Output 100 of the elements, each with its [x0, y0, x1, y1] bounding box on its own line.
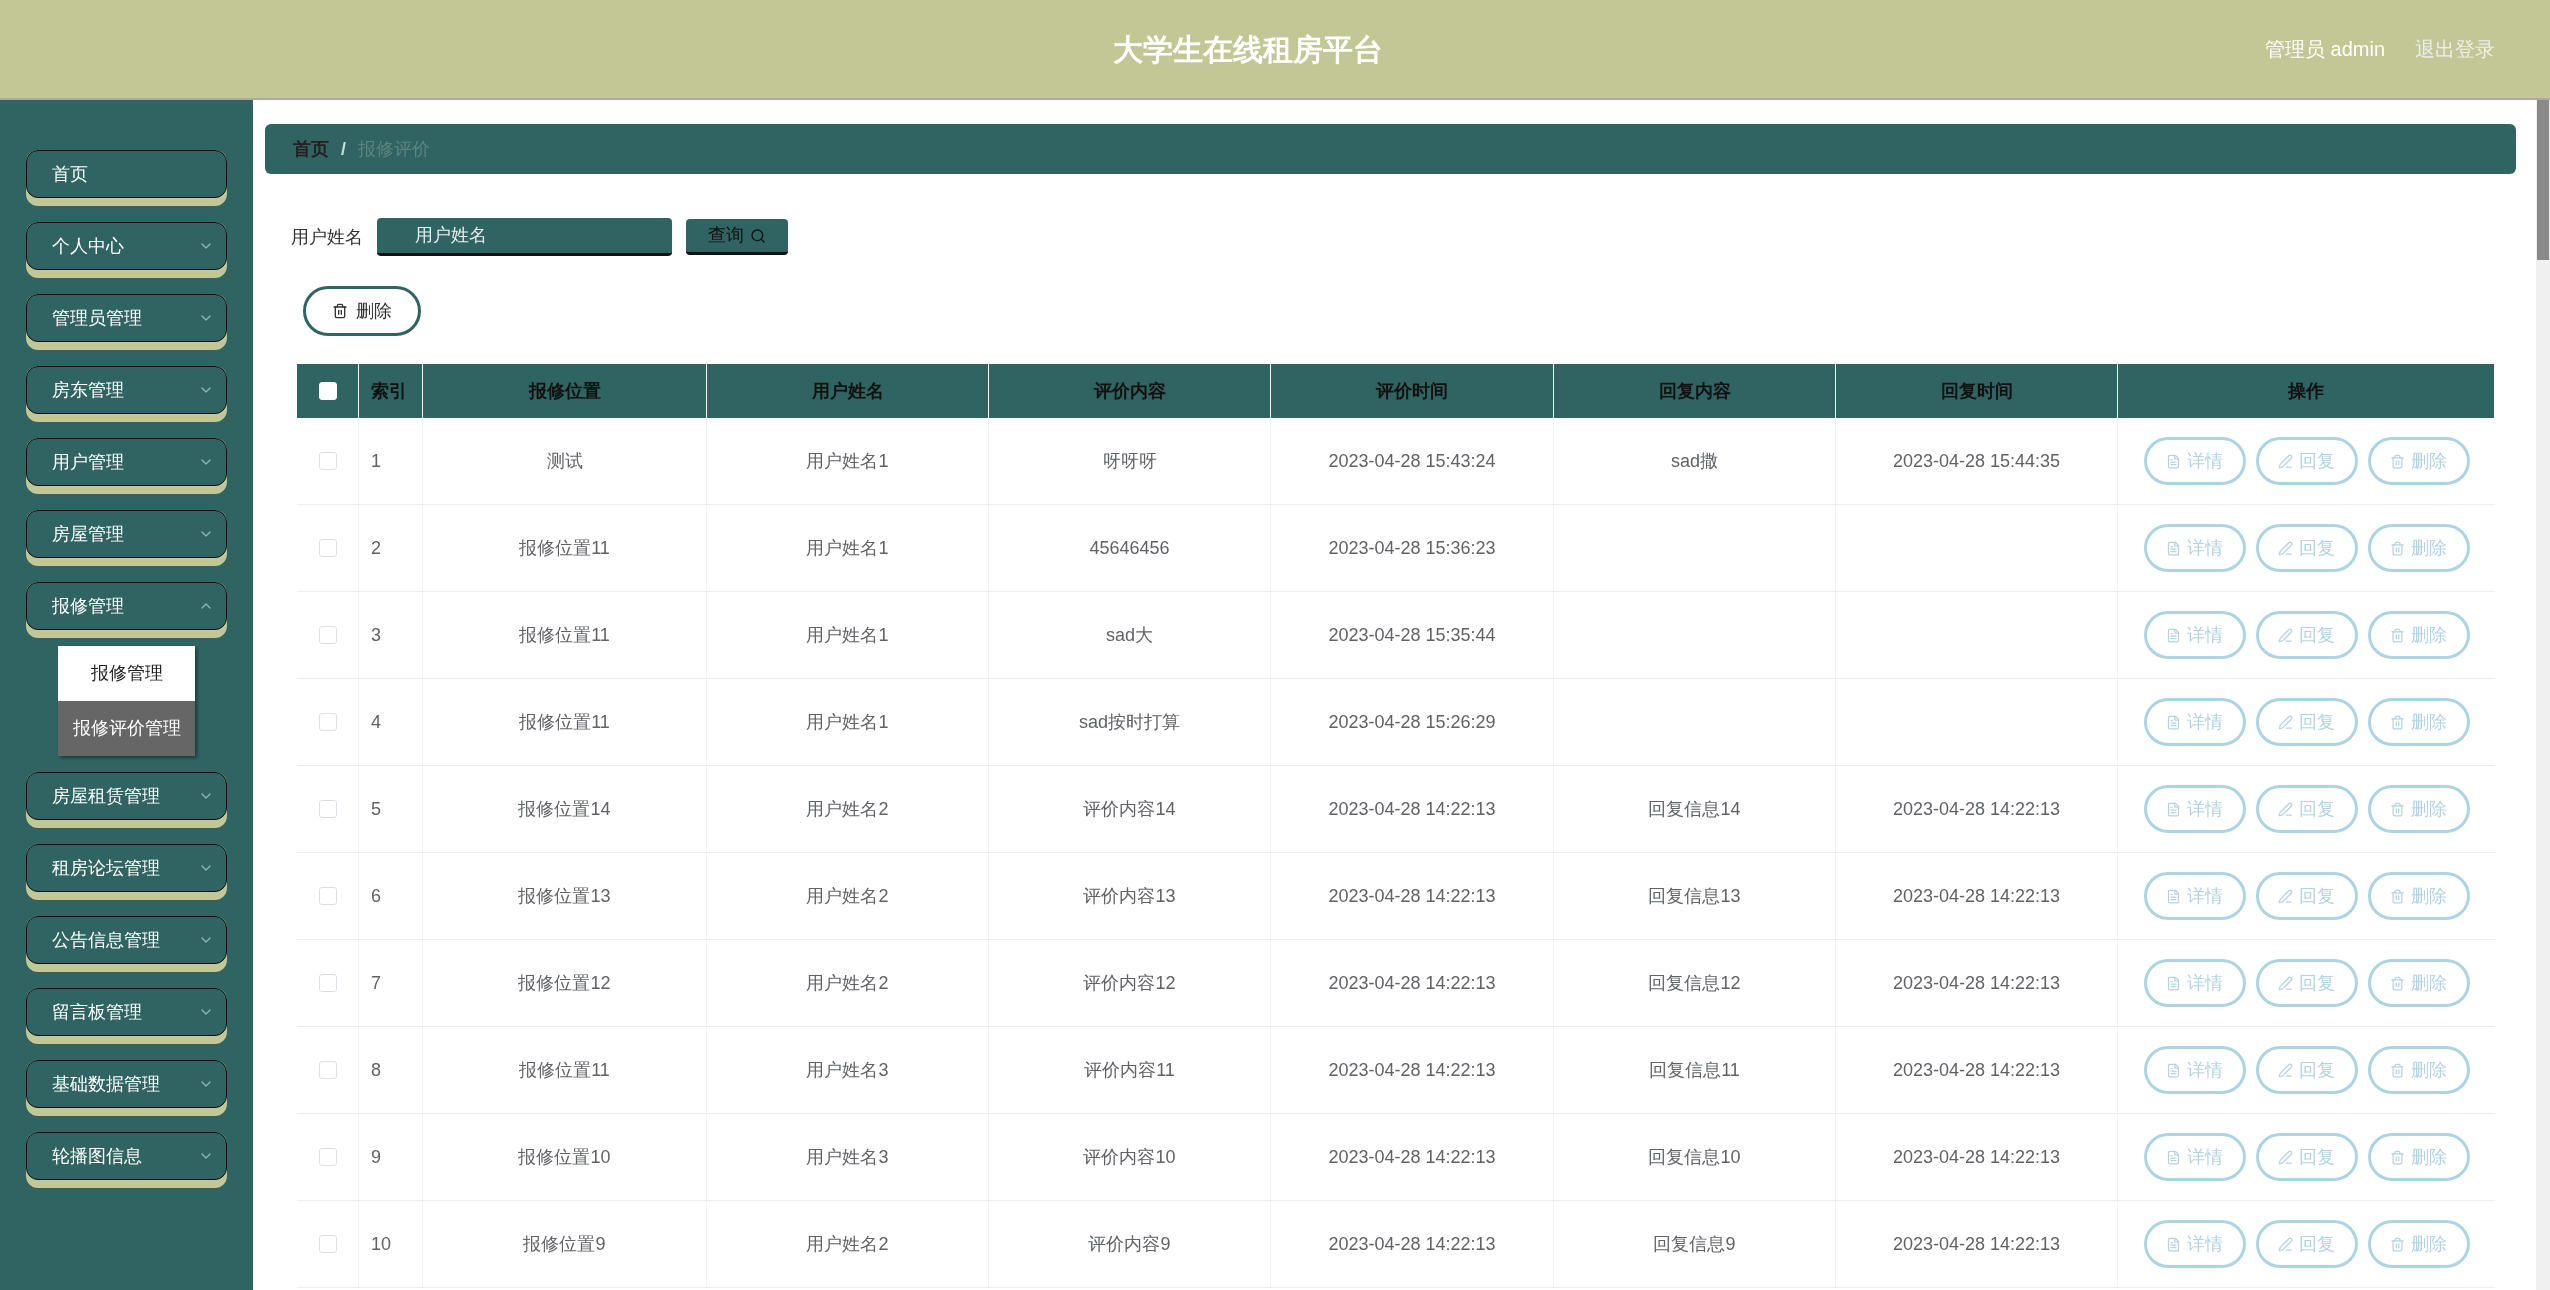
delete-button[interactable]: 删除 [2367, 872, 2470, 920]
reply-button[interactable]: 回复 [2255, 1220, 2358, 1268]
checkbox[interactable] [318, 1061, 337, 1079]
reply-button[interactable]: 回复 [2255, 1133, 2358, 1181]
table-cell-text: 2023-04-28 14:22:13 [1892, 884, 2061, 908]
table-cell-text: 2023-04-28 14:22:13 [1328, 884, 1496, 908]
sidebar-item[interactable]: 轮播图信息 [26, 1132, 227, 1180]
sidebar-item[interactable]: 留言板管理 [26, 988, 227, 1036]
reply-button[interactable]: 回复 [2255, 437, 2358, 485]
table-cell-text: 2023-04-28 15:44:35 [1892, 449, 2061, 473]
details-button[interactable]: 详情 [2143, 959, 2246, 1007]
details-button[interactable]: 详情 [2143, 1046, 2246, 1094]
user-label: 管理员 admin [2264, 37, 2385, 62]
checkbox[interactable] [318, 713, 337, 731]
checkbox[interactable] [318, 887, 337, 905]
delete-button[interactable]: 删除 [2367, 1220, 2470, 1268]
sidebar-item[interactable]: 房东管理 [26, 366, 227, 414]
delete-button[interactable]: 删除 [2367, 611, 2470, 659]
sidebar-item[interactable]: 首页 [26, 150, 227, 198]
reply-button[interactable]: 回复 [2255, 698, 2358, 746]
checkbox[interactable] [318, 974, 337, 992]
column-header: 索引 [359, 364, 423, 418]
reply-button[interactable]: 回复 [2255, 785, 2358, 833]
reply-button[interactable]: 回复 [2255, 524, 2358, 572]
trash-icon [2390, 1149, 2405, 1165]
table-cell-text: 用户姓名2 [806, 1232, 889, 1256]
search-button[interactable]: 查询 [686, 219, 788, 255]
delete-button[interactable]: 删除 [2367, 1133, 2470, 1181]
table-cell-text: sad按时打算 [1079, 710, 1180, 734]
delete-button[interactable]: 删除 [2367, 524, 2470, 572]
table-cell-text: 3 [371, 623, 381, 647]
reply-button[interactable]: 回复 [2255, 611, 2358, 659]
trash-icon [2390, 888, 2405, 904]
logout-link[interactable]: 退出登录 [2415, 34, 2495, 64]
table-cell-text: 用户姓名3 [806, 1145, 889, 1169]
table-cell-text: 用户姓名1 [806, 710, 889, 734]
checkbox[interactable] [318, 1148, 337, 1166]
column-header: 回复内容 [1554, 364, 1836, 418]
table-cell-text: 报修位置13 [518, 884, 611, 908]
trash-icon [2390, 453, 2405, 469]
trash-icon [2390, 1062, 2405, 1078]
column-header: 操作 [2118, 364, 2495, 418]
table-cell-text: 2023-04-28 14:22:13 [1892, 971, 2061, 995]
checkbox[interactable] [318, 1235, 337, 1253]
submenu-item[interactable]: 报修管理 [58, 646, 195, 701]
search-label: 用户姓名 [291, 225, 363, 249]
sidebar-item[interactable]: 房屋管理 [26, 510, 227, 558]
delete-button[interactable]: 删除 [2367, 785, 2470, 833]
checkbox[interactable] [318, 800, 337, 818]
details-button[interactable]: 详情 [2143, 437, 2246, 485]
delete-button[interactable]: 删除 [2367, 1046, 2470, 1094]
details-button[interactable]: 详情 [2143, 872, 2246, 920]
checkbox[interactable] [318, 626, 337, 644]
details-button[interactable]: 详情 [2143, 524, 2246, 572]
sidebar-item[interactable]: 基础数据管理 [26, 1060, 227, 1108]
table-cell-text: 报修位置11 [519, 710, 610, 734]
delete-button[interactable]: 删除 [2367, 698, 2470, 746]
table-cell-text: 报修位置10 [518, 1145, 611, 1169]
reply-button[interactable]: 回复 [2255, 872, 2358, 920]
breadcrumb-item[interactable]: 首页 [293, 135, 329, 163]
pencil-icon [2278, 975, 2293, 991]
checkbox[interactable] [318, 452, 337, 470]
column-header: 评价内容 [989, 364, 1271, 418]
sidebar-item[interactable]: 用户管理 [26, 438, 227, 486]
delete-button[interactable]: 删除 [303, 286, 421, 336]
breadcrumb-separator: / [341, 137, 346, 161]
table-cell-text: 回复信息13 [1648, 884, 1741, 908]
sidebar-item[interactable]: 租房论坛管理 [26, 844, 227, 892]
search-field[interactable]: 用户姓名 [377, 218, 672, 256]
details-button[interactable]: 详情 [2143, 1133, 2246, 1181]
table-cell-text: 用户姓名1 [806, 623, 889, 647]
column-header: 报修位置 [423, 364, 707, 418]
sidebar-item[interactable]: 房屋租赁管理 [26, 772, 227, 820]
checkbox[interactable] [318, 539, 337, 557]
table-cell-text: 评价内容14 [1083, 797, 1176, 821]
table-cell-text: 2 [371, 536, 381, 560]
sidebar-item[interactable]: 个人中心 [26, 222, 227, 270]
column-header: 回复时间 [1836, 364, 2118, 418]
table-cell-text: 评价内容13 [1083, 884, 1176, 908]
details-button[interactable]: 详情 [2143, 611, 2246, 659]
document-icon [2166, 627, 2181, 643]
table-cell-text: 5 [371, 797, 381, 821]
details-button[interactable]: 详情 [2143, 1220, 2246, 1268]
sidebar-item[interactable]: 报修管理 [26, 582, 227, 630]
sidebar-item[interactable]: 公告信息管理 [26, 916, 227, 964]
table-cell-text: 2023-04-28 14:22:13 [1328, 971, 1496, 995]
table-cell-text: 回复信息9 [1653, 1232, 1736, 1256]
submenu-item[interactable]: 报修评价管理 [58, 701, 195, 756]
reply-button[interactable]: 回复 [2255, 959, 2358, 1007]
table-cell-text: 报修位置12 [518, 971, 611, 995]
details-button[interactable]: 详情 [2143, 785, 2246, 833]
table-cell-text: 报修位置14 [518, 797, 611, 821]
table-cell-text: 2023-04-28 15:36:23 [1328, 536, 1496, 560]
sidebar-item[interactable]: 管理员管理 [26, 294, 227, 342]
reply-button[interactable]: 回复 [2255, 1046, 2358, 1094]
details-button[interactable]: 详情 [2143, 698, 2246, 746]
delete-button[interactable]: 删除 [2367, 959, 2470, 1007]
trash-icon [2390, 627, 2405, 643]
delete-button[interactable]: 删除 [2367, 437, 2470, 485]
table-cell-text: 评价内容11 [1084, 1058, 1175, 1082]
